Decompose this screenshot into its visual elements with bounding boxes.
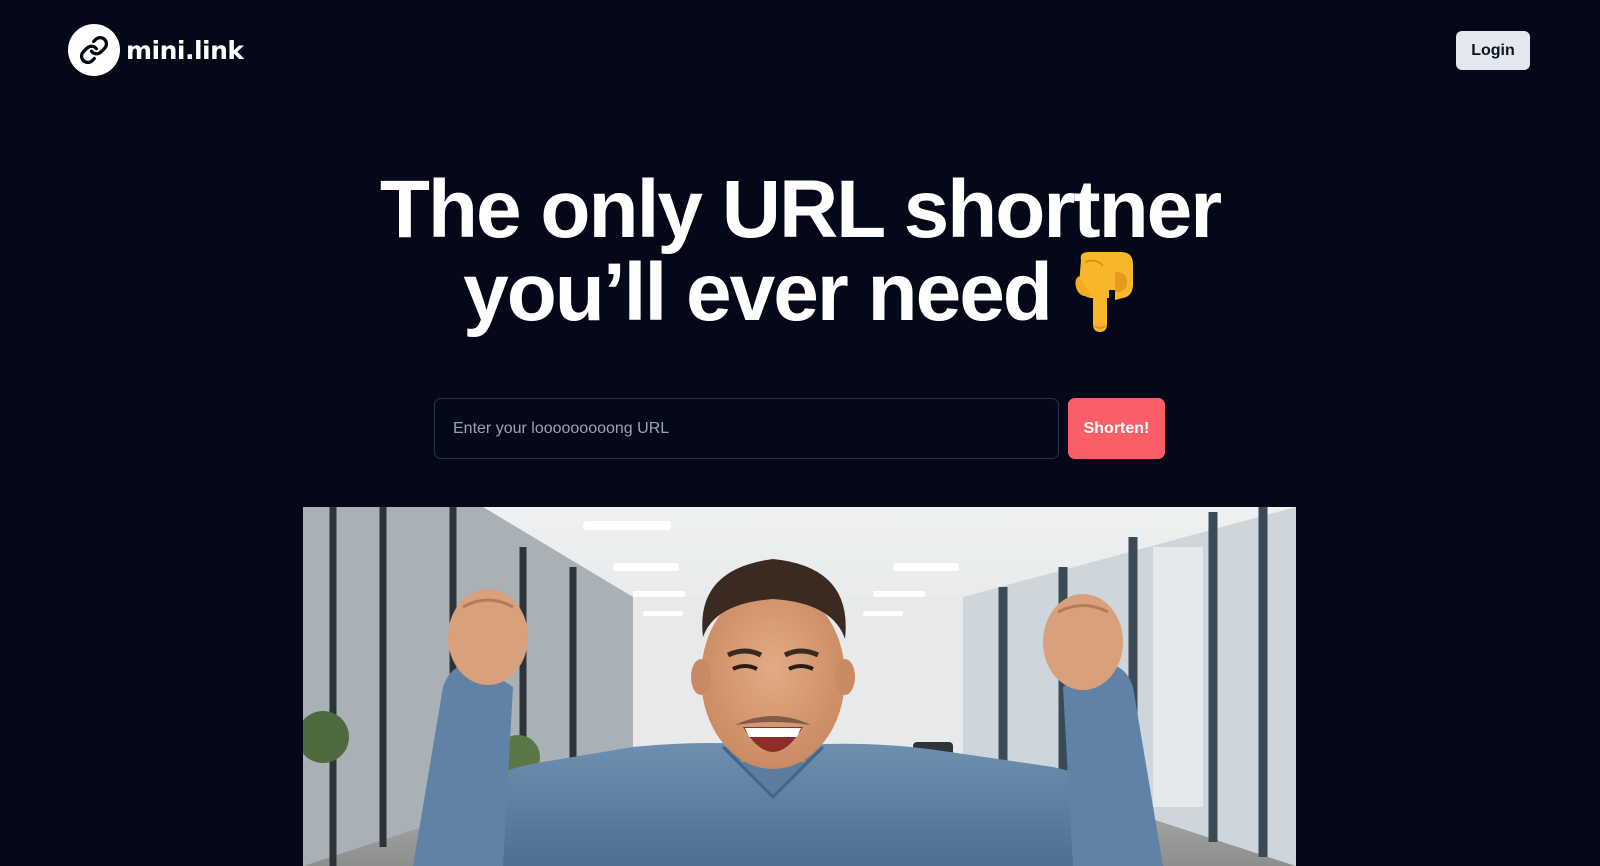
pointing-down-hand-icon [1073, 250, 1137, 347]
url-input[interactable] [434, 398, 1059, 459]
headline-line-2: you’ll ever need [0, 250, 1600, 347]
shorten-button[interactable]: Shorten! [1068, 398, 1165, 459]
login-button[interactable]: Login [1456, 31, 1530, 70]
page-headline: The only URL shortner you’ll ever need [0, 164, 1600, 347]
landing-page: mini.link Login The only URL shortner yo… [0, 0, 1600, 866]
chain-link-icon [68, 24, 120, 76]
headline-line-2-text: you’ll ever need [463, 247, 1053, 338]
headline-line-1: The only URL shortner [379, 164, 1222, 255]
celebrating-man-photo [303, 507, 1296, 866]
logo-text: mini.link [126, 35, 244, 65]
logo-link[interactable]: mini.link [68, 24, 244, 76]
